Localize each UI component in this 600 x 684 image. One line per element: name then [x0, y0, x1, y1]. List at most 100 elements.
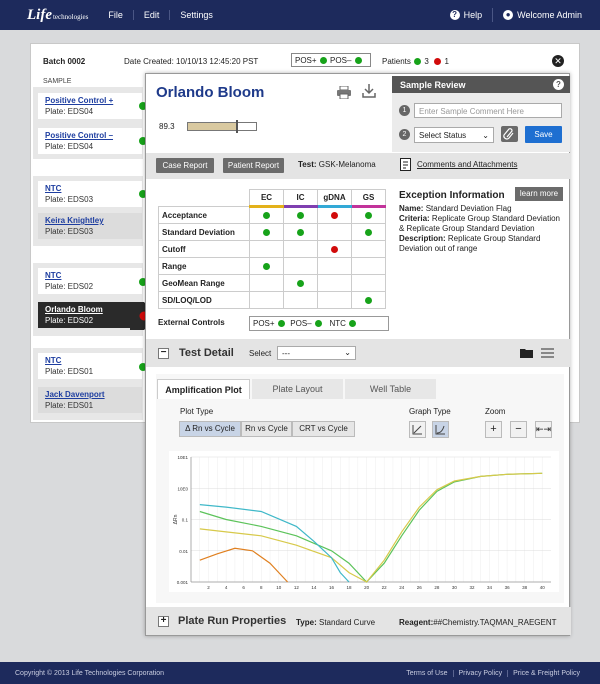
sample-item[interactable]: Positive Control – Plate: EDS04	[38, 128, 142, 154]
qc-cell	[317, 274, 352, 292]
score-meter: 89.3	[159, 120, 257, 133]
linear-graph-button[interactable]	[409, 421, 426, 438]
x-tick-label: 14	[311, 585, 317, 590]
qc-cell	[283, 291, 318, 309]
qc-row-label: GeoMean Range	[158, 274, 250, 292]
plate-run-type: Type: Standard Curve	[296, 618, 376, 627]
pass-status-dot	[297, 212, 304, 220]
x-tick-label: 34	[487, 585, 493, 590]
pos-minus-status-dot	[354, 56, 362, 64]
score-bar-fill	[187, 123, 237, 130]
sample-item[interactable]: NTC Plate: EDS03	[38, 181, 142, 207]
x-tick-label: 18	[347, 585, 353, 590]
qc-cell	[249, 274, 284, 292]
paperclip-icon	[503, 128, 514, 140]
company-logo[interactable]: Lifetechnologies	[27, 7, 88, 24]
sample-item-selected[interactable]: Orlando Bloom Plate: EDS02	[38, 302, 144, 328]
patient-report-button[interactable]: Patient Report	[223, 158, 284, 173]
x-tick-label: 36	[505, 585, 511, 590]
zoom-out-button[interactable]: −	[510, 421, 527, 438]
qc-column-header: EC	[249, 189, 284, 208]
test-detail-select[interactable]: --- ⌄	[277, 346, 356, 360]
test-info: Test: GSK-Melanoma	[298, 160, 376, 169]
x-tick-label: 2	[207, 585, 210, 590]
zoom-in-button[interactable]: +	[485, 421, 502, 438]
sample-detail-modal: Orlando Bloom 89.3 Sample Review? 1 Ente…	[145, 73, 571, 636]
plot-type-label: Plot Type	[180, 407, 214, 416]
qc-cell	[351, 240, 386, 258]
help-link[interactable]: Help	[464, 10, 483, 20]
exception-info: Exception Information learn more Name: S…	[399, 187, 567, 254]
learn-more-button[interactable]: learn more	[515, 187, 563, 201]
sample-item[interactable]: NTC Plate: EDS01	[38, 353, 142, 379]
pass-status-dot	[263, 228, 270, 236]
collapse-test-detail-icon[interactable]: −	[158, 348, 169, 359]
qc-cell	[249, 240, 284, 258]
sample-item[interactable]: Jack Davenport Plate: EDS01	[38, 387, 142, 413]
pos-plus-status-dot	[319, 56, 327, 64]
tab-well-table[interactable]: Well Table	[345, 379, 436, 399]
print-icon[interactable]	[337, 86, 351, 99]
qc-cell	[283, 206, 318, 224]
expand-plate-run-icon[interactable]: +	[158, 616, 169, 627]
log-graph-button[interactable]	[432, 421, 449, 438]
sample-comment-input[interactable]: Enter Sample Comment Here	[414, 103, 562, 118]
save-button[interactable]: Save	[525, 126, 562, 143]
help-icon[interactable]: ?	[449, 10, 460, 20]
qc-cell	[283, 240, 318, 258]
plot-type-delta-rn[interactable]: Δ Rn vs Cycle	[179, 421, 241, 437]
batch-title: Batch 0002	[43, 57, 86, 66]
x-tick-label: 10	[276, 585, 282, 590]
attach-button[interactable]	[501, 126, 518, 142]
footer-link-terms[interactable]: Terms of Use	[401, 670, 452, 677]
sample-item[interactable]: Positive Control + Plate: EDS04	[38, 93, 142, 119]
user-menu[interactable]: Welcome Admin	[517, 10, 582, 20]
pass-status-dot	[297, 279, 304, 287]
y-tick-label: 0.001	[177, 580, 189, 585]
tab-plate-layout[interactable]: Plate Layout	[252, 379, 343, 399]
amplification-plot[interactable]: 10E1 10E0 0.1 0.01 0.001 ΔRn 2 4 6 8 10 12 14 16 18 20 2…	[169, 451, 559, 592]
plate-run-properties: + Plate Run Properties Type: Standard Cu…	[146, 607, 571, 635]
x-tick-label: 26	[417, 585, 423, 590]
x-tick-label: 6	[242, 585, 245, 590]
qc-row-label: Standard Deviation	[158, 223, 250, 241]
qc-cell	[317, 291, 352, 309]
document-icon	[400, 158, 411, 171]
case-report-button[interactable]: Case Report	[156, 158, 214, 173]
amplification-chart[interactable]: 10E110E00.10.010.001ΔRn2 4 6 8 10 12 14 16 18 20 2…	[169, 451, 559, 592]
score-value: 89.3	[159, 122, 175, 131]
list-view-icon[interactable]	[541, 348, 554, 358]
plot-type-rn[interactable]: Rn vs Cycle	[241, 421, 292, 437]
sample-item[interactable]: NTC Plate: EDS02	[38, 268, 142, 294]
menu-settings[interactable]: Settings	[169, 10, 223, 20]
qc-cell	[351, 274, 386, 292]
download-icon[interactable]	[362, 84, 376, 98]
folder-icon[interactable]	[520, 348, 533, 358]
x-tick-label: 8	[260, 585, 263, 590]
qc-cell	[249, 257, 284, 275]
review-help-icon[interactable]: ?	[553, 79, 564, 90]
footer-link-pricing[interactable]: Price & Freight Policy	[507, 669, 585, 677]
x-tick-label: 4	[225, 585, 228, 590]
qc-row: SD/LOQ/LOD	[158, 291, 386, 309]
tab-amplification-plot[interactable]: Amplification Plot	[157, 379, 250, 399]
pass-status-dot	[365, 296, 372, 304]
footer-link-privacy[interactable]: Privacy Policy	[452, 669, 508, 677]
status-select[interactable]: Select Status ⌄	[414, 127, 494, 143]
menu-file[interactable]: File	[98, 10, 133, 20]
chevron-down-icon: ⌄	[482, 131, 489, 140]
zoom-fit-button[interactable]: ⇤⇥	[535, 421, 552, 438]
comments-attachments-link[interactable]: Comments and Attachments	[417, 160, 518, 169]
sample-item[interactable]: Keira Knightley Plate: EDS03	[38, 213, 142, 239]
qc-cell	[283, 257, 318, 275]
x-tick-label: 22	[382, 585, 388, 590]
user-icon: ●	[503, 10, 514, 20]
close-batch-icon[interactable]: ✕	[552, 55, 564, 67]
y-tick-label: 10E0	[177, 486, 188, 491]
patients-summary: Patients 3 1	[382, 57, 449, 66]
plot-type-crt[interactable]: CRT vs Cycle	[292, 421, 355, 437]
qc-cell	[283, 274, 318, 292]
qc-cell	[317, 206, 352, 224]
menu-edit[interactable]: Edit	[132, 10, 170, 20]
test-detail-select-label: Select	[249, 349, 272, 358]
